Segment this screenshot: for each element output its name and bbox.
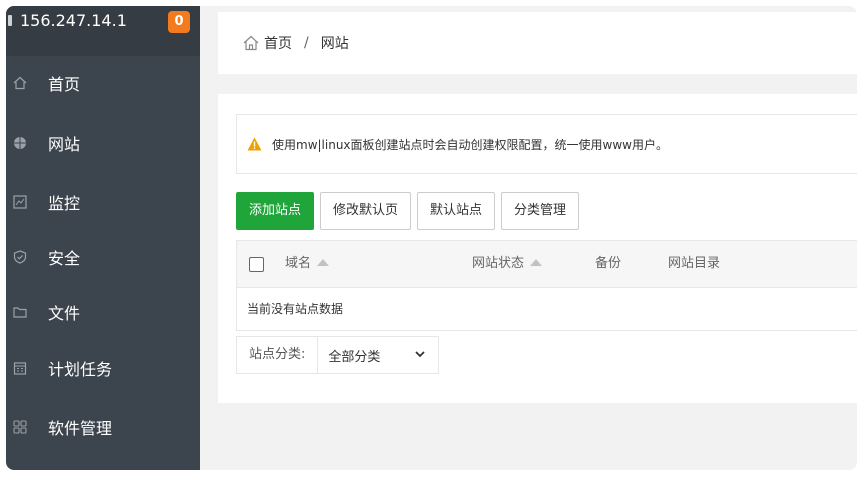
sidebar-item-monitor[interactable]: 监控: [6, 175, 200, 229]
column-status-label: 网站状态: [472, 256, 525, 271]
category-filter: 站点分类: 全部分类: [236, 336, 440, 374]
sidebar-item-label: 网站: [48, 135, 81, 154]
info-alert: 使用mw|linux面板创建站点时会自动创建权限配置，统一使用www用户。: [236, 114, 857, 174]
sidebar-item-label: 软件管理: [48, 419, 113, 438]
category-select[interactable]: 全部分类: [318, 336, 440, 374]
server-header: 156.247.14.1 0: [6, 6, 200, 56]
globe-icon: [12, 135, 28, 151]
sites-table: 域名 网站状态 备份 网站目录 当前没有站点数据: [236, 240, 857, 331]
toolbar: 添加站点 修改默认页 默认站点 分类管理: [236, 192, 585, 230]
sidebar-item-home[interactable]: 首页: [6, 56, 200, 110]
sidebar-item-files[interactable]: 文件: [6, 285, 200, 339]
alert-text: 使用mw|linux面板创建站点时会自动创建权限配置，统一使用www用户。: [272, 137, 668, 152]
default-site-button[interactable]: 默认站点: [417, 192, 496, 230]
home-icon[interactable]: [242, 34, 260, 52]
column-backup: 备份: [595, 256, 622, 271]
sidebar-item-software[interactable]: 软件管理: [6, 400, 200, 454]
apps-grid-icon: [12, 419, 28, 435]
notification-badge[interactable]: 0: [168, 11, 190, 33]
phone-icon: [8, 15, 12, 26]
website-panel: 使用mw|linux面板创建站点时会自动创建权限配置，统一使用www用户。 添加…: [218, 94, 857, 403]
server-ip: 156.247.14.1: [20, 11, 127, 30]
select-all-checkbox[interactable]: [249, 257, 264, 272]
table-header: 域名 网站状态 备份 网站目录: [236, 240, 857, 288]
sidebar-item-website[interactable]: 网站: [6, 116, 200, 170]
home-icon: [12, 75, 28, 91]
column-domain-label: 域名: [285, 256, 312, 271]
column-status[interactable]: 网站状态: [472, 241, 543, 287]
sort-icon[interactable]: [317, 259, 330, 266]
monitor-icon: [12, 194, 28, 210]
sidebar-item-label: 监控: [48, 194, 81, 213]
sidebar-item-label: 文件: [48, 304, 81, 323]
add-site-button[interactable]: 添加站点: [236, 192, 315, 230]
column-directory: 网站目录: [668, 256, 721, 271]
sidebar-item-security[interactable]: 安全: [6, 230, 200, 284]
sidebar-item-label: 首页: [48, 75, 81, 94]
calendar-icon: [12, 360, 28, 376]
shield-icon: [12, 249, 28, 265]
breadcrumb: 首页 / 网站: [218, 12, 857, 74]
breadcrumb-home[interactable]: 首页: [264, 33, 292, 53]
edit-default-page-button[interactable]: 修改默认页: [320, 192, 412, 230]
folder-icon: [12, 304, 28, 320]
column-domain[interactable]: 域名: [285, 241, 330, 287]
warning-icon: [247, 137, 262, 151]
sidebar-item-label: 安全: [48, 249, 81, 268]
breadcrumb-separator: /: [304, 35, 309, 51]
chevron-down-icon: [415, 351, 426, 358]
breadcrumb-current: 网站: [320, 36, 349, 52]
empty-table-message: 当前没有站点数据: [236, 288, 857, 331]
category-filter-label: 站点分类:: [236, 336, 319, 374]
category-manage-button[interactable]: 分类管理: [501, 192, 580, 230]
sidebar-item-label: 计划任务: [48, 360, 113, 379]
app-window: 156.247.14.1 0 首页 网站 监控 安全 文件 计划任务 软件管理 …: [6, 6, 857, 470]
sidebar-item-cron[interactable]: 计划任务: [6, 341, 200, 395]
sort-icon[interactable]: [530, 259, 543, 266]
sidebar: 156.247.14.1 0 首页 网站 监控 安全 文件 计划任务 软件管理: [6, 6, 200, 470]
main-content: 首页 / 网站 使用mw|linux面板创建站点时会自动创建权限配置，统一使用w…: [218, 6, 857, 470]
category-select-value: 全部分类: [328, 349, 381, 365]
